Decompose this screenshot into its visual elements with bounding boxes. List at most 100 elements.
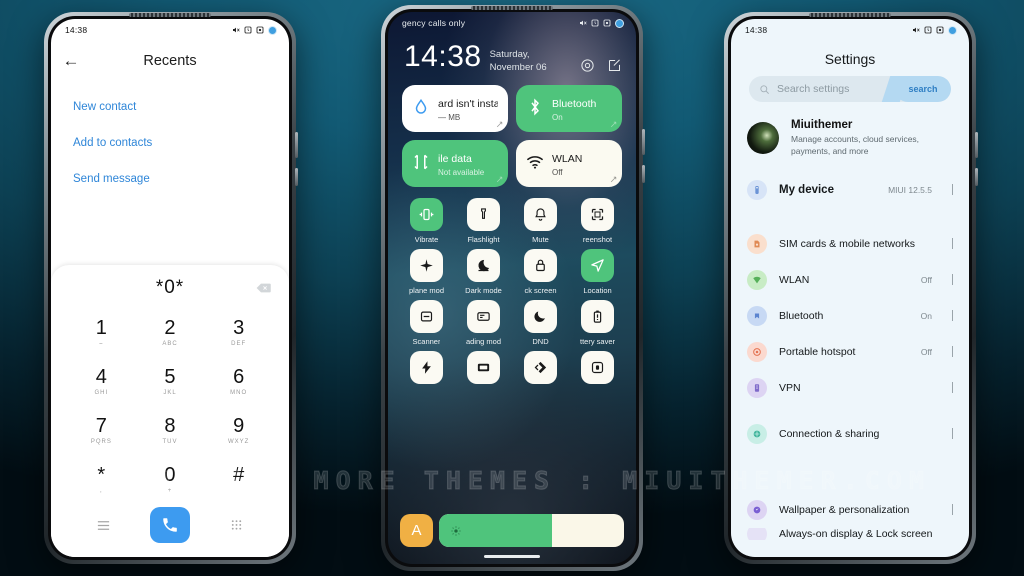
quick-card-bluetooth[interactable]: Bluetooth On bbox=[516, 84, 622, 132]
tile-icon-box bbox=[467, 350, 500, 384]
tile-label: DND bbox=[532, 336, 549, 346]
tile-label: Mute bbox=[532, 234, 549, 244]
phone-frame-left: 14:38 ← Recents New contact Add to conta… bbox=[44, 12, 298, 564]
new-contact-link[interactable]: New contact bbox=[73, 101, 267, 113]
settings-list[interactable]: My device MIUI 12.5.5 SIM cards & mobile n… bbox=[731, 172, 969, 540]
search-input[interactable]: Search settings search bbox=[749, 76, 951, 102]
expand-corner-icon bbox=[496, 176, 503, 182]
quick-card-wlan[interactable]: WLAN Off bbox=[516, 139, 622, 187]
wallpaper-icon bbox=[753, 506, 761, 513]
dial-key-9[interactable]: 9 WXYZ bbox=[204, 407, 273, 454]
tile-icon-box bbox=[524, 248, 557, 282]
power-button-center[interactable] bbox=[642, 165, 645, 183]
settings-row-vpn[interactable]: VPN bbox=[731, 370, 969, 406]
dial-key-hash[interactable]: # bbox=[204, 456, 273, 503]
account-name: Miuithemer bbox=[791, 119, 853, 131]
keypad-grid[interactable]: 1 ⌣ 2 ABC 3 DEF 4 GHI 5 JKL 6 MNO 7 PQRS 8 TUV 9 WXYZ *, 0 +… bbox=[51, 305, 289, 503]
backspace-icon[interactable] bbox=[256, 283, 271, 294]
dial-key-letters: TUV bbox=[162, 438, 178, 445]
settings-row-bluetooth[interactable]: Bluetooth On bbox=[731, 298, 969, 334]
airplane-icon bbox=[420, 258, 433, 272]
dial-key-0[interactable]: 0 + bbox=[136, 456, 205, 503]
volume-button-right[interactable] bbox=[975, 132, 978, 158]
quick-setting-cards[interactable]: ard isn't instal — MB Bluetooth On ile data N… bbox=[388, 75, 636, 187]
tile-scanner[interactable]: Scanner bbox=[400, 299, 453, 346]
data-drop-icon bbox=[415, 99, 427, 114]
dial-key-1[interactable]: 1 ⌣ bbox=[67, 309, 136, 356]
tile-ttery-saver[interactable]: ttery saver bbox=[571, 299, 624, 346]
quick-setting-tiles[interactable]: Vibrate Flashlight Mute reenshot plane mod Da… bbox=[388, 187, 636, 384]
tile-flashlight[interactable]: Flashlight bbox=[457, 197, 510, 244]
power-button[interactable] bbox=[295, 168, 298, 186]
search-button[interactable]: search bbox=[895, 76, 951, 102]
device-icon bbox=[755, 185, 759, 194]
row-label: Wallpaper & personalization bbox=[779, 503, 910, 516]
quick-card-ard-isn-t-instal[interactable]: ard isn't instal — MB bbox=[402, 84, 508, 132]
settings-row-portable-hotspot[interactable]: Portable hotspot Off bbox=[731, 334, 969, 370]
volume-button-center[interactable] bbox=[642, 129, 645, 155]
keypad-card: *0* 1 ⌣ 2 ABC 3 DEF 4 GHI 5 JKL 6 MNO 7 PQRS 8 TUV 9 WXYZ… bbox=[51, 265, 289, 557]
settings-row-my-device[interactable]: My device MIUI 12.5.5 bbox=[731, 172, 969, 208]
edit-icon[interactable] bbox=[607, 58, 622, 73]
tile-icon-box bbox=[467, 299, 500, 333]
dial-key-6[interactable]: 6 MNO bbox=[204, 358, 273, 405]
settings-row-partial[interactable]: Always-on display & Lock screen bbox=[731, 527, 969, 540]
settings-row-wallpaper-personalization[interactable]: Wallpaper & personalization bbox=[731, 492, 969, 528]
tile-ck-screen[interactable]: ck screen bbox=[514, 248, 567, 295]
settings-row-connection-sharing[interactable]: Connection & sharing bbox=[731, 416, 969, 452]
row-icon bbox=[747, 305, 767, 326]
volume-button[interactable] bbox=[295, 132, 298, 158]
account-row[interactable]: Miuithemer Manage accounts, cloud servic… bbox=[731, 102, 969, 172]
chevron-right-icon bbox=[952, 428, 953, 440]
earpiece-slot bbox=[129, 13, 211, 17]
dial-key-number: 1 bbox=[95, 316, 107, 339]
wlan-icon bbox=[753, 276, 761, 283]
tile-vibrate[interactable]: Vibrate bbox=[400, 197, 453, 244]
screenshot-icon bbox=[591, 208, 604, 220]
dial-key-number: 8 bbox=[164, 414, 176, 437]
statusbar-time: 14:38 bbox=[65, 25, 88, 35]
dial-key-star[interactable]: *, bbox=[67, 456, 136, 503]
dial-key-8[interactable]: 8 TUV bbox=[136, 407, 205, 454]
tile-label: reenshot bbox=[582, 234, 613, 244]
settings-row-wlan[interactable]: WLAN Off bbox=[731, 262, 969, 298]
auto-brightness-button[interactable]: A bbox=[400, 514, 433, 547]
row-label: VPN bbox=[779, 381, 801, 394]
tile-plane-mod[interactable]: plane mod bbox=[400, 248, 453, 295]
quick-card-title: WLAN bbox=[552, 153, 583, 166]
vpn-icon bbox=[754, 383, 760, 392]
dark-mode-icon bbox=[478, 259, 490, 271]
keypad-icon[interactable] bbox=[229, 518, 244, 533]
power-button-right[interactable] bbox=[975, 168, 978, 186]
tile-icon-box bbox=[410, 350, 443, 384]
expand-corner-icon bbox=[496, 121, 503, 127]
tile-location[interactable]: Location bbox=[571, 248, 624, 295]
mobile-data-icon bbox=[414, 154, 428, 170]
call-button[interactable] bbox=[149, 507, 190, 543]
settings-gear-icon[interactable] bbox=[580, 58, 595, 73]
dial-key-letters: ABC bbox=[162, 340, 178, 347]
settings-row-sim-cards-mobile-networks[interactable]: SIM cards & mobile networks bbox=[731, 226, 969, 262]
tile-nfc[interactable] bbox=[514, 350, 567, 384]
tile-second-space[interactable] bbox=[571, 350, 624, 384]
tile-ultra-battery[interactable] bbox=[400, 350, 453, 384]
dial-key-4[interactable]: 4 GHI bbox=[67, 358, 136, 405]
dial-key-3[interactable]: 3 DEF bbox=[204, 309, 273, 356]
tile-dark-mode[interactable]: Dark mode bbox=[457, 248, 510, 295]
tile-mute[interactable]: Mute bbox=[514, 197, 567, 244]
dial-key-7[interactable]: 7 PQRS bbox=[67, 407, 136, 454]
tile-cast[interactable] bbox=[457, 350, 510, 384]
quick-card-ile-data[interactable]: ile data Not available bbox=[402, 139, 508, 187]
settings-screen: 14:38 Settings Search settings search Mi… bbox=[731, 19, 969, 557]
statusbar-right: 14:38 bbox=[731, 19, 969, 39]
add-to-contacts-link[interactable]: Add to contacts bbox=[73, 137, 267, 149]
tile-ading-mod[interactable]: ading mod bbox=[457, 299, 510, 346]
dial-key-2[interactable]: 2 ABC bbox=[136, 309, 205, 356]
quick-card-title: Bluetooth bbox=[552, 98, 597, 111]
tile-dnd[interactable]: DND bbox=[514, 299, 567, 346]
send-message-link[interactable]: Send message bbox=[73, 173, 267, 185]
tile-reenshot[interactable]: reenshot bbox=[571, 197, 624, 244]
menu-icon[interactable] bbox=[96, 518, 111, 533]
brightness-slider[interactable] bbox=[439, 514, 624, 547]
dial-key-5[interactable]: 5 JKL bbox=[136, 358, 205, 405]
